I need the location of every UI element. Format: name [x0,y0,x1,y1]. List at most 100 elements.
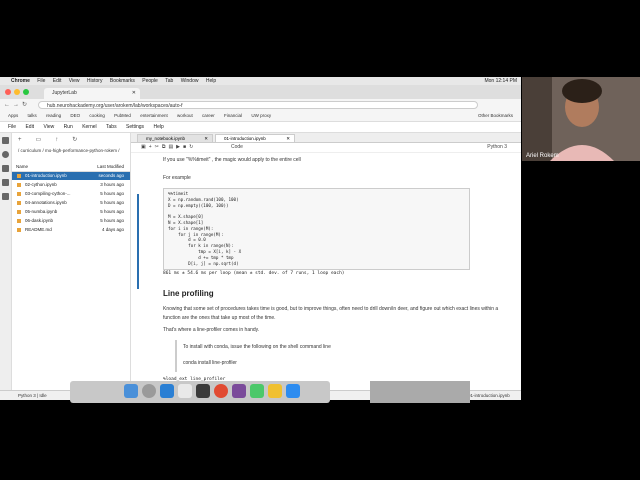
menu-people[interactable]: People [142,78,158,84]
file-row[interactable]: 01-introduction.ipynb seconds ago [12,172,130,180]
toolbar-icons: ▣+✂⧉▤▶■↻ [141,143,196,152]
running-icon[interactable] [2,151,9,158]
col-modified[interactable]: Last Modified [97,162,124,171]
slack-icon[interactable] [232,384,246,398]
jmenu-view[interactable]: View [43,124,54,130]
kernel-name[interactable]: Python 3 [487,143,507,152]
col-name[interactable]: Name [16,162,28,171]
paragraph: That's where a line-profiler comes in ha… [163,327,260,333]
refresh-icon[interactable]: ↻ [72,137,91,143]
cell-type-select[interactable]: Code [231,143,243,152]
close-window-icon[interactable] [5,89,11,95]
jmenu-tabs[interactable]: Tabs [106,124,117,130]
mac-menubar: Chrome File Edit View History Bookmarks … [0,77,521,85]
close-tab-icon[interactable]: ✕ [204,135,208,143]
new-launcher-icon[interactable]: + [18,137,36,143]
dock-window-preview[interactable] [370,381,470,403]
code-editor[interactable]: %%timeit X = np.random.rand(100, 100) D … [168,191,241,266]
file-row[interactable]: 03-compiling-cython-... 5 hours ago [12,190,130,198]
file-modified: seconds ago [98,173,124,178]
bookmark-financial[interactable]: Financial [224,113,242,118]
finder-icon[interactable] [124,384,138,398]
minimize-window-icon[interactable] [14,89,20,95]
calendar-icon[interactable] [178,384,192,398]
maximize-window-icon[interactable] [23,89,29,95]
file-row[interactable]: 04-annotations.ipynb 5 hours ago [12,199,130,207]
file-row[interactable]: 05-numba.ipynb 5 hours ago [12,208,130,216]
paragraph: Knowing that some set of procedures take… [163,306,499,321]
menu-history[interactable]: History [87,78,103,84]
menu-edit[interactable]: Edit [53,78,62,84]
menu-file[interactable]: File [37,78,45,84]
bookmark-workout[interactable]: workout [177,113,193,118]
jmenu-file[interactable]: File [8,124,16,130]
blockquote: To install with conda, issue the followi… [175,340,477,372]
chrome-icon[interactable] [214,384,228,398]
menu-tab[interactable]: Tab [165,78,173,84]
person-image [522,77,640,161]
new-folder-icon[interactable]: ▭ [36,137,56,143]
save-icon[interactable]: ▣ [141,144,149,150]
file-browser-toolbar: +▭↑↻ [18,136,91,143]
property-inspector-icon[interactable] [2,179,9,186]
terminal-icon[interactable] [196,384,210,398]
file-row[interactable]: 06-dask.ipynb 5 hours ago [12,217,130,225]
kernel-status[interactable]: Python 3 | Idle [18,391,47,400]
run-icon[interactable]: ▶ [176,144,183,150]
active-cell-marker [137,194,139,289]
bookmark-reading[interactable]: reading [46,113,61,118]
section-heading: Line profiling [163,289,214,298]
jmenu-settings[interactable]: Settings [126,124,144,130]
file-row[interactable]: 02-cython.ipynb 3 hours ago [12,181,130,189]
browser-tabstrip: JupyterLab ✕ [0,85,521,99]
bookmark-entertainment[interactable]: entertainment [140,113,168,118]
menu-help[interactable]: Help [206,78,216,84]
reload-icon[interactable]: ↻ [22,102,30,108]
menu-window[interactable]: Window [181,78,199,84]
notebook-file-icon [17,192,21,196]
jmenu-help[interactable]: Help [153,124,163,130]
folder-icon[interactable] [2,137,9,144]
vscode-icon[interactable] [160,384,174,398]
screen: Chrome File Edit View History Bookmarks … [0,77,521,400]
launchpad-icon[interactable] [142,384,156,398]
bookmark-deo[interactable]: DEO [70,113,80,118]
upload-icon[interactable]: ↑ [55,137,72,143]
bookmark-pubmed[interactable]: PubMed [114,113,131,118]
back-icon[interactable]: ← [4,102,13,108]
tab-01-introduction[interactable]: 01-introduction.ipynb ✕ [215,134,295,142]
tab-my-notebook[interactable]: my_notebook.ipynb ✕ [137,134,213,142]
close-tab-icon[interactable]: ✕ [286,135,290,143]
notes-icon[interactable] [268,384,282,398]
close-tab-icon[interactable]: ✕ [132,88,136,99]
zoom-icon[interactable] [286,384,300,398]
breadcrumb[interactable]: / curriculum / mo-high-performance-pytho… [18,148,128,154]
bookmark-talks[interactable]: talks [28,113,37,118]
jmenu-kernel[interactable]: Kernel [82,124,96,130]
commands-icon[interactable] [2,165,9,172]
code-cell[interactable]: %%timeit X = np.random.rand(100, 100) D … [163,188,470,270]
markdown-line: For example [163,175,191,181]
other-bookmarks[interactable]: Other Bookmarks [478,111,513,121]
messages-icon[interactable] [250,384,264,398]
notebook-area[interactable]: If you use "%%timeit" , the magic would … [131,153,521,390]
bookmark-uw-proxy[interactable]: UW proxy [251,113,271,118]
file-row[interactable]: README.md 4 days ago [12,226,130,234]
jmenu-edit[interactable]: Edit [25,124,34,130]
bookmark-career[interactable]: career [202,113,215,118]
cut-icon[interactable]: ✂ [155,144,162,150]
paste-icon[interactable]: ▤ [168,144,176,150]
restart-icon[interactable]: ↻ [189,144,196,150]
bookmark-cooking[interactable]: cooking [89,113,105,118]
file-list-header: Name Last Modified [12,162,130,172]
menu-bookmarks[interactable]: Bookmarks [110,78,135,84]
forward-icon[interactable]: → [13,102,22,108]
jmenu-run[interactable]: Run [64,124,73,130]
notebook-file-icon [17,174,21,178]
app-name[interactable]: Chrome [11,78,30,84]
bookmark-apps[interactable]: Apps [8,113,18,118]
menu-view[interactable]: View [69,78,80,84]
browser-tab[interactable]: JupyterLab ✕ [44,88,140,99]
url-input[interactable]: hub.neurohackademy.org/user/arokem/lab/w… [38,101,478,109]
tabs-icon[interactable] [2,193,9,200]
